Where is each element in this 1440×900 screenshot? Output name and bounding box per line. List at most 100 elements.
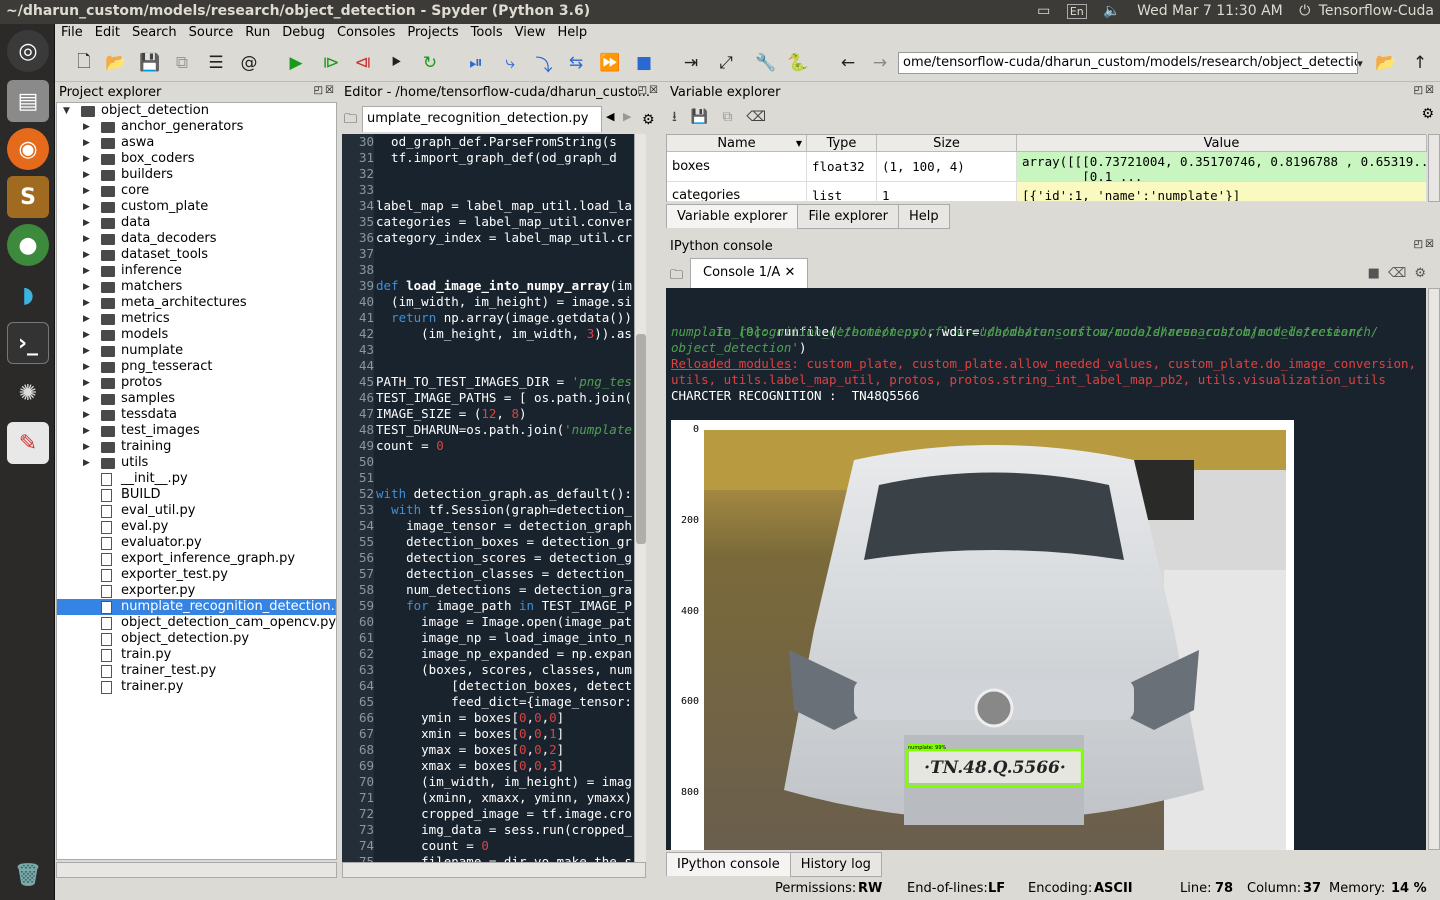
code-line[interactable]: 38 (342, 262, 634, 278)
terminal-icon[interactable]: ›_ (7, 322, 49, 364)
menu-tools[interactable]: Tools (465, 24, 509, 41)
save-icon[interactable]: 💾 (139, 52, 161, 74)
tab-file-explorer[interactable]: File explorer (797, 204, 900, 229)
tree-file[interactable]: eval.py (57, 519, 336, 535)
run-selection-icon[interactable]: ⯈ (385, 52, 407, 74)
tree-file[interactable]: trainer_test.py (57, 663, 336, 679)
tree-file[interactable]: exporter.py (57, 583, 336, 599)
keyboard-layout[interactable]: En (1066, 4, 1087, 19)
code-line[interactable]: 33 (342, 182, 634, 198)
stop-icon[interactable]: ■ (1368, 266, 1388, 281)
scroll-thumb[interactable] (636, 334, 646, 544)
menu-view[interactable]: View (509, 24, 552, 41)
tab-scroll-left-icon[interactable]: ◀ (606, 110, 614, 123)
code-line[interactable]: 50 (342, 454, 634, 470)
tab-ipython-console[interactable]: IPython console (666, 852, 791, 876)
tree-file[interactable]: train.py (57, 647, 336, 663)
chevron-right-icon[interactable]: ▶ (83, 359, 90, 375)
tree-file[interactable]: BUILD (57, 487, 336, 503)
tree-file[interactable]: exporter_test.py (57, 567, 336, 583)
code-line[interactable]: 70 (im_width, im_height) = imag (342, 774, 634, 790)
tab-history-log[interactable]: History log (789, 852, 882, 877)
code-line[interactable]: 37 (342, 246, 634, 262)
code-line[interactable]: 30 od_graph_def.ParseFromString(s (342, 134, 634, 150)
tree-folder[interactable]: ▼ object_detection (57, 103, 336, 119)
chevron-right-icon[interactable]: ▶ (83, 455, 90, 471)
chevron-right-icon[interactable]: ▶ (83, 263, 90, 279)
code-line[interactable]: 56 detection_scores = detection_g (342, 550, 634, 566)
list-icon[interactable]: ☰ (205, 52, 227, 74)
python-path-icon[interactable]: 🐍 (787, 52, 809, 74)
tree-file[interactable]: object_detection.py (57, 631, 336, 647)
code-line[interactable]: 46 TEST_IMAGE_PATHS = [ os.path.join( (342, 390, 634, 406)
chevron-down-icon[interactable]: ▾ (1349, 52, 1371, 74)
tree-folder[interactable]: ▶ tessdata (57, 407, 336, 423)
code-line[interactable]: 65 feed_dict={image_tensor: (342, 694, 634, 710)
preferences-icon[interactable]: 🔧 (755, 52, 777, 74)
code-line[interactable]: 52 with detection_graph.as_default(): (342, 486, 634, 502)
pane-controls[interactable]: ◰☒ (638, 85, 660, 96)
code-line[interactable]: 67 xmin = boxes[0,0,1] (342, 726, 634, 742)
save-data-icon[interactable]: 💾 (691, 109, 722, 125)
tree-folder[interactable]: ▶ samples (57, 391, 336, 407)
import-data-icon[interactable]: ⭳ (672, 109, 691, 125)
tree-folder[interactable]: ▶ inference (57, 263, 336, 279)
tree-file[interactable]: export_inference_graph.py (57, 551, 336, 567)
clock[interactable]: Wed Mar 7 11:30 AM (1137, 3, 1283, 19)
volume-icon[interactable]: 🔈 (1103, 3, 1120, 19)
vertical-scrollbar[interactable] (1428, 288, 1440, 850)
tree-file[interactable]: numplate_recognition_detection.py (57, 599, 336, 615)
browse-folder-icon[interactable]: 📂 (1375, 52, 1397, 74)
code-line[interactable]: 49 count = 0 (342, 438, 634, 454)
fullscreen-icon[interactable]: ⤢ (715, 52, 737, 74)
column-type[interactable]: Type (807, 135, 877, 152)
rerun-icon[interactable]: ↻ (419, 52, 441, 74)
tree-folder[interactable]: ▶ utils (57, 455, 336, 471)
save-all-icon[interactable]: ⧉ (171, 52, 193, 74)
code-line[interactable]: 39 def load_image_into_numpy_array(im (342, 278, 634, 294)
firefox-icon[interactable]: ◉ (7, 128, 49, 170)
tree-folder[interactable]: ▶ numplate (57, 343, 336, 359)
chevron-right-icon[interactable]: ▶ (83, 343, 90, 359)
chevron-right-icon[interactable]: ▶ (83, 135, 90, 151)
chevron-right-icon[interactable]: ▶ (83, 199, 90, 215)
code-line[interactable]: 64 [detection_boxes, detect (342, 678, 634, 694)
code-line[interactable]: 41 return np.array(image.getdata()) (342, 310, 634, 326)
text-editor-icon[interactable]: ✎ (7, 422, 49, 464)
tree-folder[interactable]: ▶ core (57, 183, 336, 199)
code-line[interactable]: 51 (342, 470, 634, 486)
network-icon[interactable]: ● (7, 224, 49, 266)
save-as-icon[interactable]: ⧉ (722, 109, 746, 125)
code-line[interactable]: 62 image_np_expanded = np.expan (342, 646, 634, 662)
mysql-icon[interactable]: ◗ (7, 274, 49, 316)
column-size[interactable]: Size (877, 135, 1017, 152)
var-name[interactable]: categories (667, 182, 807, 202)
console-output[interactable]: In [9]: runfile('/home/tensorflow-cuda/d… (666, 288, 1426, 850)
maximize-pane-icon[interactable]: ⇥ (680, 52, 702, 74)
user-name[interactable]: Tensorflow-Cuda (1319, 3, 1434, 19)
code-line[interactable]: 36 category_index = label_map_util.cr (342, 230, 634, 246)
tab-variable-explorer[interactable]: Variable explorer (666, 204, 799, 228)
chevron-right-icon[interactable]: ▶ (83, 407, 90, 423)
run-icon[interactable]: ▶ (285, 52, 307, 74)
menu-projects[interactable]: Projects (401, 24, 464, 41)
tree-folder[interactable]: ▶ builders (57, 167, 336, 183)
erase-icon[interactable]: ⌫ (746, 109, 780, 125)
sublime-icon[interactable]: S (7, 176, 49, 218)
code-line[interactable]: 68 ymax = boxes[0,0,2] (342, 742, 634, 758)
column-name[interactable]: Name ▼ (667, 135, 807, 152)
tree-folder[interactable]: ▶ metrics (57, 311, 336, 327)
var-value[interactable]: [{'id':1, 'name':'numplate'}] (1017, 182, 1427, 202)
menu-edit[interactable]: Edit (89, 24, 126, 41)
menu-debug[interactable]: Debug (276, 24, 331, 41)
code-line[interactable]: 73 img_data = sess.run(cropped_ (342, 822, 634, 838)
menu-consoles[interactable]: Consoles (331, 24, 401, 41)
clear-icon[interactable]: ⌫ (1388, 266, 1414, 281)
step-return-icon[interactable]: ⇆ (565, 52, 587, 74)
chevron-right-icon[interactable]: ▶ (83, 327, 90, 343)
dash-icon[interactable]: ◎ (7, 30, 49, 72)
chevron-right-icon[interactable]: ▶ (83, 183, 90, 199)
options-gear-icon[interactable]: ⚙ (1414, 266, 1434, 281)
menu-source[interactable]: Source (183, 24, 240, 41)
display-icon[interactable]: ▭ (1037, 3, 1050, 19)
